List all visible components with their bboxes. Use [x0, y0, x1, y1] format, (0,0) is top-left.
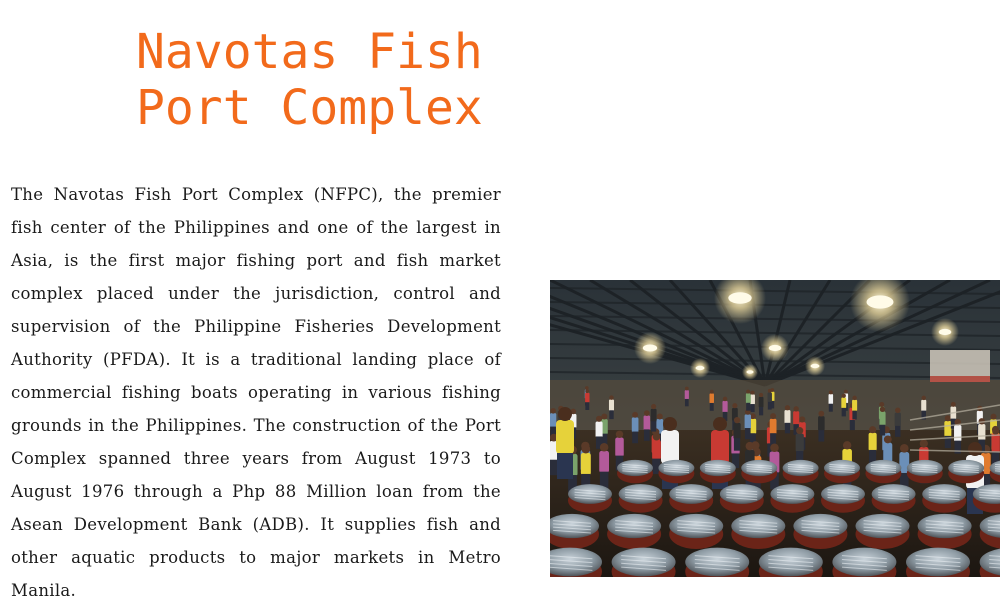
title-line-1: Navotas Fish	[136, 24, 483, 80]
page: Navotas Fish Port Complex The Navotas Fi…	[0, 0, 1000, 610]
article-body: The Navotas Fish Port Complex (NFPC), th…	[11, 185, 501, 600]
title-line-2: Port Complex	[136, 80, 483, 136]
page-title: Navotas Fish Port Complex	[136, 24, 556, 136]
fish-market-photo	[550, 280, 1000, 577]
